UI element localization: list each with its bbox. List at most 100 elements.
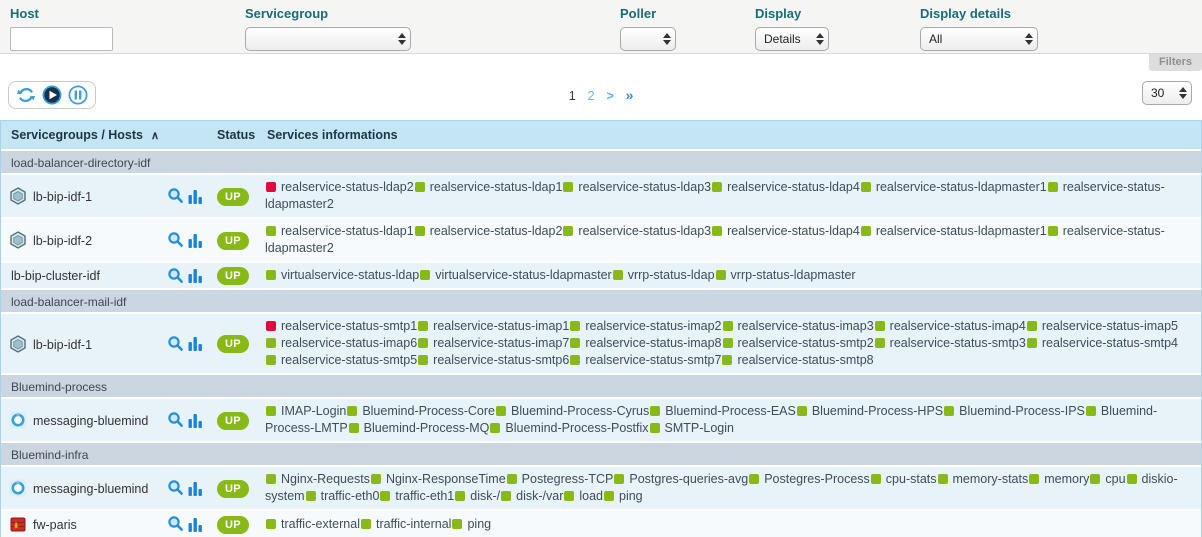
service-name[interactable]: ping [619,489,643,503]
service-name[interactable]: realservice-status-ldap3 [578,224,711,238]
chart-icon[interactable] [188,267,203,283]
service-name[interactable]: realservice-status-smtp8 [737,353,873,367]
service-name[interactable]: traffic-external [281,517,360,531]
service-name[interactable]: Nginx-ResponseTime [386,472,506,486]
magnifier-icon[interactable] [167,267,184,284]
chart-icon[interactable] [188,480,203,496]
display-select[interactable]: Details [755,27,829,51]
service-name[interactable]: realservice-status-smtp2 [738,336,874,350]
service-name[interactable]: realservice-status-ldap4 [727,224,860,238]
service-name[interactable]: disk-/var [516,489,563,503]
service-name[interactable]: realservice-status-imap2 [585,319,721,333]
service-name[interactable]: vrrp-status-ldapmaster [731,268,856,282]
service-name[interactable]: realservice-status-smtp4 [1042,336,1178,350]
column-header-services-informations[interactable]: Services informations [263,121,1201,149]
service-name[interactable]: realservice-status-ldap1 [281,224,414,238]
service-name[interactable]: realservice-status-ldap1 [430,180,563,194]
service-name[interactable]: virtualservice-status-ldapmaster [435,268,611,282]
chart-icon[interactable] [188,335,203,351]
service-name[interactable]: IMAP-Login [281,404,346,418]
service-name[interactable]: traffic-internal [376,517,452,531]
host-name[interactable]: lb-bip-idf-1 [33,190,92,204]
service-name[interactable]: realservice-status-imap5 [1042,319,1178,333]
magnifier-icon[interactable] [167,231,184,248]
service-name[interactable]: realservice-status-ldap2 [430,224,563,238]
pagination-current-page[interactable]: 1 [569,88,576,103]
service-status-square [650,406,660,416]
magnifier-icon[interactable] [167,187,184,204]
host-actions-cell [167,175,217,217]
service-name[interactable]: realservice-status-smtp1 [281,319,417,333]
service-name[interactable]: realservice-status-smtp3 [890,336,1026,350]
service-name[interactable]: traffic-eth0 [321,489,380,503]
magnifier-icon[interactable] [167,515,184,532]
service-name[interactable]: Bluemind-Process-EAS [665,404,796,418]
chart-icon[interactable] [188,516,203,532]
host-name[interactable]: fw-paris [33,518,77,532]
service-name[interactable]: realservice-status-smtp6 [433,353,569,367]
servicegroup-select[interactable] [245,27,411,51]
service-name[interactable]: realservice-status-imap7 [433,336,569,350]
servicegroup-filter: Servicegroup [245,6,411,51]
service-name[interactable]: realservice-status-imap1 [433,319,569,333]
display-details-select[interactable]: All [920,27,1038,51]
service-name[interactable]: realservice-status-ldapmaster1 [876,224,1047,238]
chart-icon[interactable] [188,412,203,428]
service-status-square [944,406,954,416]
chart-icon[interactable] [188,232,203,248]
pagination-last-icon[interactable]: » [626,87,634,103]
magnifier-icon[interactable] [167,479,184,496]
service-name[interactable]: Postegress-TCP [522,472,614,486]
service-name[interactable]: load [579,489,603,503]
service-name[interactable]: realservice-status-ldap3 [578,180,711,194]
sort-asc-icon[interactable]: ∧ [151,130,159,142]
service-name[interactable]: cpu [1105,472,1125,486]
service-name[interactable]: Bluemind-Process-Cyrus [511,404,649,418]
service-name[interactable]: Bluemind-Process-Postfix [505,421,648,435]
service-name[interactable]: Postegres-Process [764,472,870,486]
service-name[interactable]: Postgres-queries-avg [629,472,748,486]
host-name[interactable]: messaging-bluemind [33,482,148,496]
host-filter-input[interactable] [10,27,113,51]
pagination-next-icon[interactable]: > [606,88,614,103]
service-name[interactable]: ping [467,517,491,531]
service-name[interactable]: traffic-eth1 [395,489,454,503]
service-name[interactable]: realservice-status-imap6 [281,336,417,350]
service-name[interactable]: realservice-status-smtp7 [585,353,721,367]
service-name[interactable]: memory-stats [953,472,1029,486]
service-name[interactable]: Bluemind-Process-MQ [364,421,490,435]
magnifier-icon[interactable] [167,335,184,352]
filters-tab[interactable]: Filters [1149,54,1202,71]
service-name[interactable]: realservice-status-imap3 [738,319,874,333]
chart-icon[interactable] [188,188,203,204]
service-name[interactable]: Bluemind-Process-HPS [812,404,943,418]
service-name[interactable]: realservice-status-imap4 [890,319,1026,333]
service-status-square [1027,338,1037,348]
poller-select[interactable] [620,27,676,51]
pagination-page-2[interactable]: 2 [587,88,594,103]
service-name[interactable]: realservice-status-imap8 [585,336,721,350]
service-name[interactable]: realservice-status-ldap4 [727,180,860,194]
service-name[interactable]: Bluemind-Process-IPS [959,404,1085,418]
service-name[interactable]: virtualservice-status-ldap [281,268,419,282]
service-name[interactable]: SMTP-Login [665,421,734,435]
service-name[interactable]: disk-/ [470,489,500,503]
service-name[interactable]: realservice-status-ldap2 [281,180,414,194]
service-name[interactable]: memory [1044,472,1089,486]
service-name[interactable]: Bluemind-Process-Core [362,404,495,418]
column-header-status[interactable]: Status [217,121,263,149]
host-name[interactable]: lb-bip-idf-1 [33,338,92,352]
service-name[interactable]: realservice-status-smtp5 [281,353,417,367]
host-name[interactable]: lb-bip-cluster-idf [9,269,100,283]
service-name[interactable]: realservice-status-ldapmaster1 [876,180,1047,194]
service-name[interactable]: Nginx-Requests [281,472,370,486]
host-name[interactable]: lb-bip-idf-2 [33,234,92,248]
service-name[interactable]: cpu-stats [886,472,937,486]
service-status-square [380,491,390,501]
column-header-servicegroups-hosts[interactable]: Servicegroups / Hosts∧ [1,121,217,149]
service-name[interactable]: vrrp-status-ldap [628,268,715,282]
host-name[interactable]: messaging-bluemind [33,414,148,428]
magnifier-icon[interactable] [167,411,184,428]
page-size-select[interactable]: 30 [1142,81,1192,105]
service-status-square [266,519,276,529]
